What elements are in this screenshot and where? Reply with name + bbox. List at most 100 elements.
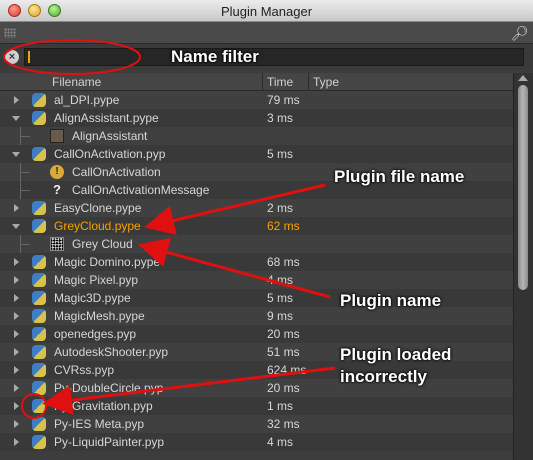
table-row[interactable]: al_DPI.pype 79 ms xyxy=(0,91,513,109)
python-icon xyxy=(32,381,46,395)
table-row[interactable]: Py-DoubleCircle.pyp 20 ms xyxy=(0,379,513,397)
collapsed-triangle-icon[interactable] xyxy=(14,204,19,212)
collapsed-triangle-icon[interactable] xyxy=(14,96,19,104)
file-name: AlignAssistant.pype xyxy=(54,111,159,125)
tree-line xyxy=(20,136,30,137)
column-header-type[interactable]: Type xyxy=(313,75,339,89)
error-plugin-icon xyxy=(32,399,46,413)
column-header-time[interactable]: Time xyxy=(267,75,293,89)
table-row[interactable]: EasyClone.pype 2 ms xyxy=(0,199,513,217)
python-icon xyxy=(32,291,46,305)
load-time: 4 ms xyxy=(267,435,294,449)
text-cursor xyxy=(28,51,30,63)
filter-bar: × xyxy=(0,44,533,70)
file-name: EasyClone.pype xyxy=(54,201,142,215)
table-row[interactable]: Grey Cloud xyxy=(0,235,513,253)
grip-icon[interactable] xyxy=(4,28,16,38)
table-row[interactable]: openedges.pyp 20 ms xyxy=(0,325,513,343)
tree-line xyxy=(20,172,30,173)
file-name: Py-IES Meta.pyp xyxy=(54,417,145,431)
load-time: 4 ms xyxy=(267,273,294,287)
python-icon xyxy=(32,93,46,107)
load-time: 20 ms xyxy=(267,381,300,395)
file-name: Py-DoubleCircle.pyp xyxy=(54,381,164,395)
table-row[interactable]: Magic Pixel.pyp 4 ms xyxy=(0,271,513,289)
collapsed-triangle-icon[interactable] xyxy=(14,420,19,428)
window-title: Plugin Manager xyxy=(220,4,313,19)
load-time: 624 ms xyxy=(267,363,307,377)
table-row[interactable]: CallOnActivation.pyp 5 ms xyxy=(0,145,513,163)
python-icon xyxy=(32,435,46,449)
file-name: CallOnActivation xyxy=(72,165,161,179)
warning-icon: ! xyxy=(50,165,64,179)
file-name: CallOnActivationMessage xyxy=(72,183,210,197)
column-divider[interactable] xyxy=(308,73,309,91)
python-icon xyxy=(32,309,46,323)
collapsed-triangle-icon[interactable] xyxy=(14,330,19,338)
load-time: 79 ms xyxy=(267,93,300,107)
file-name: MagicMesh.pype xyxy=(54,309,145,323)
file-name: Magic Pixel.pyp xyxy=(54,273,139,287)
annotation-name-filter: Name filter xyxy=(171,47,259,66)
file-name: Magic Domino.pype xyxy=(54,255,161,269)
name-filter-input[interactable] xyxy=(24,48,524,66)
annotation-plugin-loaded: Plugin loaded xyxy=(340,345,452,364)
file-name: CVRss.pyp xyxy=(54,363,115,377)
collapsed-triangle-icon[interactable] xyxy=(14,438,19,446)
load-time: 5 ms xyxy=(267,291,294,305)
collapsed-triangle-icon[interactable] xyxy=(14,312,19,320)
table-row[interactable]: Py-LiquidPainter.pyp 4 ms xyxy=(0,433,513,451)
collapsed-triangle-icon[interactable] xyxy=(14,294,19,302)
load-time: 20 ms xyxy=(267,327,300,341)
question-icon: ? xyxy=(53,182,61,197)
collapsed-triangle-icon[interactable] xyxy=(14,402,19,410)
plugin-list: al_DPI.pype 79 ms AlignAssistant.pype 3 ms A… xyxy=(0,91,513,460)
python-icon xyxy=(32,219,46,233)
collapsed-triangle-icon[interactable] xyxy=(14,258,19,266)
table-row[interactable]: GreyCloud.pype 62 ms xyxy=(0,217,513,235)
file-name: al_DPI.pype xyxy=(54,93,120,107)
clear-filter-button[interactable]: × xyxy=(5,50,19,64)
collapsed-triangle-icon[interactable] xyxy=(14,366,19,374)
table-row[interactable]: AlignAssistant.pype 3 ms xyxy=(0,109,513,127)
file-name: Magic3D.pype xyxy=(54,291,131,305)
expanded-triangle-icon[interactable] xyxy=(12,116,20,121)
file-name: CallOnActivation.pyp xyxy=(54,147,166,161)
collapsed-triangle-icon[interactable] xyxy=(14,348,19,356)
python-icon xyxy=(32,111,46,125)
tree-line xyxy=(20,190,30,191)
python-icon xyxy=(32,417,46,431)
load-time: 3 ms xyxy=(267,111,294,125)
python-icon xyxy=(32,201,46,215)
table-row[interactable]: AlignAssistant xyxy=(0,127,513,145)
column-header-filename[interactable]: Filename xyxy=(52,75,101,89)
load-time: 32 ms xyxy=(267,417,300,431)
tree-line xyxy=(20,244,30,245)
load-time: 62 ms xyxy=(267,219,300,233)
collapsed-triangle-icon[interactable] xyxy=(14,276,19,284)
scrollbar-thumb[interactable] xyxy=(518,85,528,290)
load-time: 5 ms xyxy=(267,147,294,161)
table-row[interactable]: Py-IES Meta.pyp 32 ms xyxy=(0,415,513,433)
load-time: 2 ms xyxy=(267,201,294,215)
annotation-incorrectly: incorrectly xyxy=(340,367,427,386)
annotation-plugin-name: Plugin name xyxy=(340,291,442,310)
command-icon xyxy=(50,129,64,143)
collapsed-triangle-icon[interactable] xyxy=(14,384,19,392)
python-icon xyxy=(32,363,46,377)
python-icon xyxy=(32,345,46,359)
table-row[interactable]: Magic Domino.pype 68 ms xyxy=(0,253,513,271)
file-name: AutodeskShooter.pyp xyxy=(54,345,169,359)
title-bar: Plugin Manager xyxy=(0,0,533,22)
column-divider[interactable] xyxy=(262,73,263,91)
expanded-triangle-icon[interactable] xyxy=(12,224,20,229)
search-icon[interactable]: 🔎︎ xyxy=(511,25,529,41)
expanded-triangle-icon[interactable] xyxy=(12,152,20,157)
vertical-scrollbar[interactable] xyxy=(513,73,533,460)
table-row[interactable]: Py-Gravitation.pyp 1 ms xyxy=(0,397,513,415)
file-name: Grey Cloud xyxy=(72,237,133,251)
scroll-up-arrow-icon[interactable] xyxy=(518,75,528,81)
python-icon xyxy=(32,327,46,341)
load-time: 68 ms xyxy=(267,255,300,269)
python-icon xyxy=(32,255,46,269)
